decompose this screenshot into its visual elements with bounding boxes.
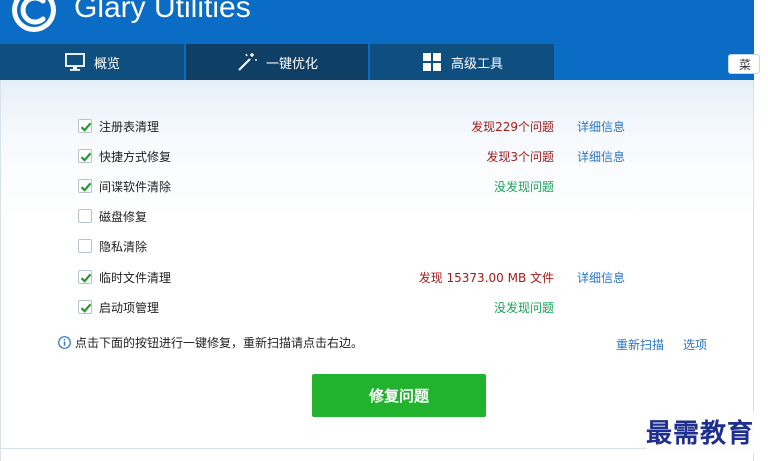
scan-item-row: 启动项管理 没发现问题 [0,297,754,317]
menu-button[interactable]: 菜 [728,54,760,74]
rescan-link[interactable]: 重新扫描 [616,336,664,353]
checkbox-checked[interactable] [78,119,92,133]
scan-item-row: 隐私清除 [0,236,754,256]
tab-advanced-tools[interactable]: 高级工具 [370,44,554,80]
app-window: Glary Utilities 概览 一键优化 高级工具 菜 注册表清理 发现2… [0,0,768,461]
checkbox-unchecked[interactable] [78,239,92,253]
details-link[interactable]: 详细信息 [577,269,625,286]
tab-overview[interactable]: 概览 [0,44,184,80]
scan-item-row: 快捷方式修复 发现3个问题 详细信息 [0,146,754,166]
scan-item-label: 磁盘修复 [99,210,148,224]
scan-item-status: 发现3个问题 [486,150,554,164]
checkbox-checked[interactable] [78,179,92,193]
info-icon [58,336,71,349]
checkbox-checked[interactable] [78,149,92,163]
checkmark-icon [80,122,92,132]
scan-item-status: 没发现问题 [493,180,554,194]
scan-item-label: 间谍软件清除 [99,180,172,194]
scan-item-label: 注册表清理 [99,120,160,134]
title-bar: Glary Utilities [0,0,754,44]
tab-one-click-optimize[interactable]: 一键优化 [186,44,368,80]
scan-item-status: 发现229个问题 [471,120,554,134]
checkmark-icon [80,152,92,162]
scan-item-status: 没发现问题 [493,301,554,315]
checkmark-icon [80,303,92,313]
scan-item-label: 临时文件清理 [99,271,172,285]
scan-item-label: 快捷方式修复 [99,150,172,164]
checkbox-unchecked[interactable] [78,209,92,223]
scan-item-label: 隐私清除 [99,240,148,254]
scan-item-label: 启动项管理 [99,301,160,315]
app-title: Glary Utilities [74,0,251,24]
details-link[interactable]: 详细信息 [577,148,625,165]
tab-optimize-label: 一键优化 [265,56,318,72]
magic-wand-icon [238,53,257,71]
scan-item-row: 磁盘修复 [0,206,754,226]
scan-item-row: 注册表清理 发现229个问题 详细信息 [0,116,754,136]
monitor-icon [65,53,85,71]
watermark: 最需教育 [646,413,766,453]
fix-problems-button[interactable]: 修复问题 [312,374,486,417]
scan-item-status: 发现 15373.00 MB 文件 [418,271,554,285]
tab-overview-label: 概览 [93,56,120,72]
checkbox-checked[interactable] [78,300,92,314]
checkbox-checked[interactable] [78,270,92,284]
options-link[interactable]: 选项 [683,336,707,353]
tab-tools-label: 高级工具 [450,56,503,72]
tab-bar: 概览 一键优化 高级工具 [0,44,754,80]
details-link[interactable]: 详细信息 [577,118,625,135]
scan-item-row: 间谍软件清除 没发现问题 [0,176,754,196]
checkmark-icon [80,182,92,192]
info-text: 点击下面的按钮进行一键修复，重新扫描请点击右边。 [75,336,364,350]
grid-icon [422,53,441,71]
glary-logo-icon [12,0,56,32]
scan-item-row: 临时文件清理 发现 15373.00 MB 文件 详细信息 [0,267,754,287]
checkmark-icon [80,273,92,283]
panel-divider [0,448,754,449]
